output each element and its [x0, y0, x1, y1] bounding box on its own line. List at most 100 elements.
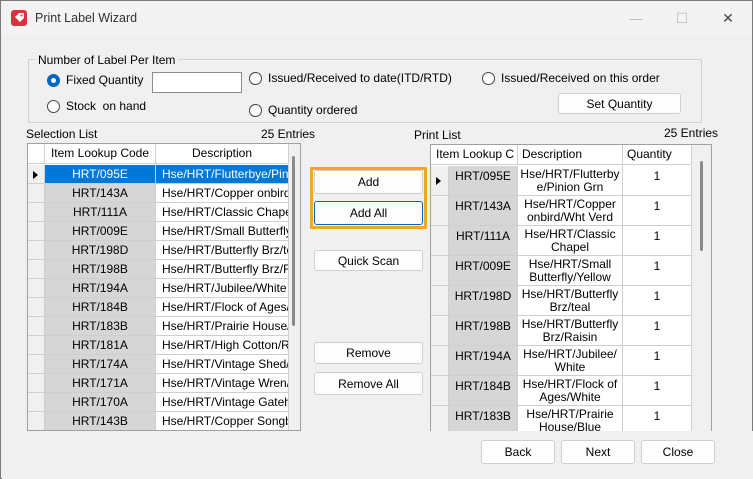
item-lookup-code-cell[interactable]: HRT/198D	[45, 241, 156, 260]
row-selector[interactable]	[28, 260, 45, 279]
description-cell[interactable]: Hse/HRT/Flock of Ages/	[156, 298, 289, 317]
item-lookup-code-cell[interactable]: HRT/183B	[45, 317, 156, 336]
row-selector[interactable]	[28, 222, 45, 241]
description-cell[interactable]: Hse/HRT/Jubilee/White	[156, 279, 289, 298]
row-selector[interactable]	[431, 196, 449, 226]
description-cell[interactable]: Hse/HRT/Copper onbird/	[156, 184, 289, 203]
row-selector[interactable]	[28, 412, 45, 430]
item-lookup-code-cell[interactable]: HRT/198B	[45, 260, 156, 279]
stock-on-hand-radio[interactable]: Stock on hand	[47, 99, 146, 113]
back-button[interactable]: Back	[481, 440, 555, 464]
item-lookup-code-cell[interactable]: HRT/143A	[449, 196, 518, 226]
minimize-icon[interactable]: —	[621, 8, 651, 28]
item-lookup-code-cell[interactable]: HRT/143B	[45, 412, 156, 430]
description-cell[interactable]: Hse/HRT/Flock of Ages/White	[518, 376, 623, 406]
row-selector[interactable]	[28, 355, 45, 374]
row-selector[interactable]	[28, 279, 45, 298]
description-cell[interactable]: Hse/HRT/Classic Chapel	[518, 226, 623, 256]
quantity-cell[interactable]: 1	[623, 166, 692, 196]
add-button[interactable]: Add	[314, 170, 423, 194]
description-cell[interactable]: Hse/HRT/Vintage Gateh	[156, 393, 289, 412]
item-lookup-code-cell[interactable]: HRT/009E	[449, 256, 518, 286]
column-header-quantity[interactable]: Quantity	[623, 145, 692, 165]
description-cell[interactable]: Hse/HRT/Butterfly Brz/te	[156, 241, 289, 260]
description-cell[interactable]: Hse/HRT/Small Butterfly	[156, 222, 289, 241]
item-lookup-code-cell[interactable]: HRT/194A	[449, 346, 518, 376]
row-selector[interactable]	[28, 317, 45, 336]
description-cell[interactable]: Hse/HRT/Butterfly Brz/R	[156, 260, 289, 279]
add-all-button[interactable]: Add All	[314, 201, 423, 225]
item-lookup-code-cell[interactable]: HRT/143A	[45, 184, 156, 203]
item-lookup-code-cell[interactable]: HRT/174A	[45, 355, 156, 374]
quantity-cell[interactable]: 1	[623, 256, 692, 286]
quantity-cell[interactable]: 1	[623, 286, 692, 316]
description-cell[interactable]: Hse/HRT/Prairie House/	[156, 317, 289, 336]
item-lookup-code-cell[interactable]: HRT/009E	[45, 222, 156, 241]
selection-list-grid[interactable]: Item Lookup Code Description HRT/095E Hse…	[27, 143, 301, 431]
quantity-cell[interactable]: 1	[623, 196, 692, 226]
row-selector[interactable]	[431, 346, 449, 376]
close-button[interactable]: Close	[641, 440, 715, 464]
description-cell[interactable]: Hse/HRT/Prairie House/Blue	[518, 406, 623, 431]
scrollbar-thumb[interactable]	[292, 156, 295, 326]
description-cell[interactable]: Hse/HRT/Copper Songbi	[156, 412, 289, 430]
column-header-description[interactable]: Description	[518, 145, 623, 165]
quantity-ordered-radio[interactable]: Quantity ordered	[249, 103, 357, 117]
maximize-icon[interactable]: ☐	[667, 8, 697, 28]
description-cell[interactable]: Hse/HRT/Flutterby e/Pinion Grn	[518, 166, 623, 196]
item-lookup-code-cell[interactable]: HRT/111A	[45, 203, 156, 222]
row-selector[interactable]	[28, 393, 45, 412]
item-lookup-code-cell[interactable]: HRT/170A	[45, 393, 156, 412]
column-header-item-lookup-code[interactable]: Item Lookup C	[431, 145, 518, 165]
quantity-cell[interactable]: 1	[623, 226, 692, 256]
quantity-cell[interactable]: 1	[623, 346, 692, 376]
quantity-cell[interactable]: 1	[623, 406, 692, 431]
fixed-quantity-input[interactable]	[152, 72, 242, 93]
row-selector[interactable]	[28, 241, 45, 260]
quantity-cell[interactable]: 1	[623, 376, 692, 406]
issued-received-itd-radio[interactable]: Issued/Received to date(ITD/RTD)	[249, 71, 452, 85]
item-lookup-code-cell[interactable]: HRT/095E	[449, 166, 518, 196]
remove-button[interactable]: Remove	[314, 342, 423, 364]
item-lookup-code-cell[interactable]: HRT/194A	[45, 279, 156, 298]
description-cell[interactable]: Hse/HRT/Copper onbird/Wht Verd	[518, 196, 623, 226]
item-lookup-code-cell[interactable]: HRT/183B	[449, 406, 518, 431]
description-cell[interactable]: Hse/HRT/Vintage Wren/	[156, 374, 289, 393]
description-cell[interactable]: Hse/HRT/Flutterbye/Pini	[156, 165, 289, 184]
description-cell[interactable]: Hse/HRT/Classic Chape	[156, 203, 289, 222]
description-cell[interactable]: Hse/HRT/Butterfly Brz/Raisin	[518, 316, 623, 346]
row-selector[interactable]	[28, 203, 45, 222]
row-selector[interactable]	[431, 406, 449, 431]
row-selector[interactable]	[431, 316, 449, 346]
scrollbar-thumb[interactable]	[700, 161, 703, 251]
row-selector[interactable]	[431, 376, 449, 406]
item-lookup-code-cell[interactable]: HRT/095E	[45, 165, 156, 184]
issued-received-order-radio[interactable]: Issued/Received on this order	[482, 71, 660, 85]
item-lookup-code-cell[interactable]: HRT/184B	[45, 298, 156, 317]
selection-scrollbar[interactable]	[289, 144, 300, 430]
print-list-grid[interactable]: Item Lookup C Description Quantity HRT/0…	[430, 144, 712, 432]
column-header-description[interactable]: Description	[156, 144, 289, 164]
set-quantity-button[interactable]: Set Quantity	[558, 93, 681, 114]
row-selector[interactable]	[28, 184, 45, 203]
description-cell[interactable]: Hse/HRT/Jubilee/White	[518, 346, 623, 376]
row-selector[interactable]	[28, 298, 45, 317]
item-lookup-code-cell[interactable]: HRT/181A	[45, 336, 156, 355]
remove-all-button[interactable]: Remove All	[314, 372, 423, 395]
item-lookup-code-cell[interactable]: HRT/198D	[449, 286, 518, 316]
item-lookup-code-cell[interactable]: HRT/111A	[449, 226, 518, 256]
row-selector[interactable]	[431, 256, 449, 286]
close-icon[interactable]: ✕	[713, 8, 743, 28]
row-selector[interactable]	[28, 374, 45, 393]
row-selector[interactable]	[28, 165, 45, 184]
item-lookup-code-cell[interactable]: HRT/171A	[45, 374, 156, 393]
next-button[interactable]: Next	[561, 440, 635, 464]
row-selector[interactable]	[28, 336, 45, 355]
row-selector[interactable]	[431, 286, 449, 316]
row-selector[interactable]	[431, 166, 449, 196]
fixed-quantity-radio[interactable]: Fixed Quantity	[47, 73, 143, 87]
item-lookup-code-cell[interactable]: HRT/198B	[449, 316, 518, 346]
quick-scan-button[interactable]: Quick Scan	[314, 250, 423, 271]
description-cell[interactable]: Hse/HRT/High Cotton/R	[156, 336, 289, 355]
column-header-item-lookup-code[interactable]: Item Lookup Code	[45, 144, 156, 164]
